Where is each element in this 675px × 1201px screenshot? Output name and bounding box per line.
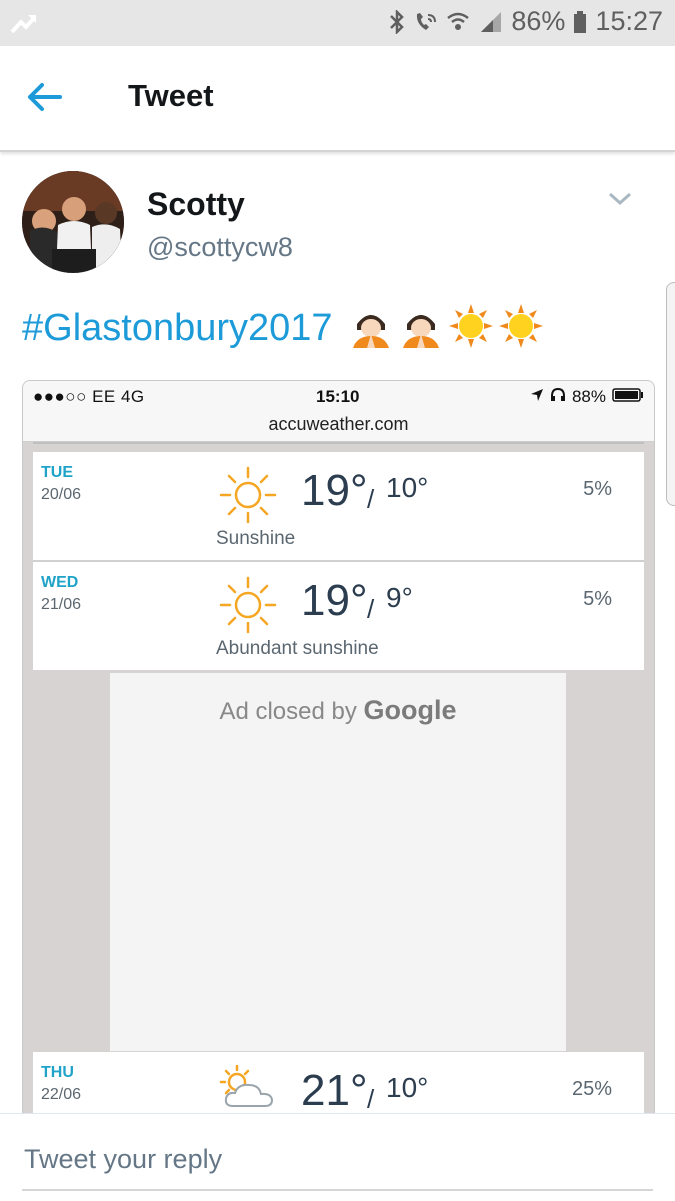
app-bar: Tweet (0, 46, 675, 152)
divider (33, 442, 644, 444)
embedded-battery-level: 88% (571, 387, 606, 406)
partly-cloudy-icon (219, 1064, 279, 1116)
temp-separator: / (367, 594, 375, 624)
embedded-status-bar: ●●●○○ EE 4G 15:10 88% (23, 381, 654, 411)
headphones-icon (550, 387, 566, 407)
chevron-down-icon[interactable] (607, 190, 633, 213)
tweet-image[interactable]: ●●●○○ EE 4G 15:10 88% accuweather.com TU… (22, 380, 655, 1116)
forecast-condition: Abundant sunshine (216, 638, 379, 659)
ad-closed-label: Ad closed by (219, 698, 357, 725)
status-bar: 86% 15:27 (0, 0, 675, 46)
reply-bar: Tweet your reply (0, 1113, 675, 1201)
scrollbar-thumb[interactable] (666, 282, 675, 506)
trending-arrow-icon (10, 10, 38, 41)
wifi-icon (445, 10, 471, 34)
page-title: Tweet (128, 78, 214, 113)
embedded-clock: 15:10 (316, 387, 360, 406)
arrow-left-icon[interactable] (26, 82, 64, 117)
emoji-group (349, 303, 543, 353)
ad-closed-text: Ad closed by Google (110, 695, 566, 726)
url-bar: accuweather.com (23, 411, 654, 442)
forecast-row: THU 22/06 21° / 10° 25% (33, 1052, 644, 1116)
tweet-text: #Glastonbury2017 (22, 300, 543, 356)
hashtag-link[interactable]: #Glastonbury2017 (22, 307, 333, 350)
location-arrow-icon (530, 387, 544, 407)
temp-separator: / (367, 1084, 375, 1114)
forecast-day: THU (41, 1064, 74, 1081)
forecast-low: 9° (386, 582, 413, 613)
sun-icon (498, 303, 543, 353)
sun-icon (219, 466, 277, 529)
battery-icon (612, 387, 644, 407)
forecast-condition: Sunshine (216, 528, 296, 549)
forecast-row: WED 21/06 19° / 9° 5% Abundant sunshine (33, 562, 644, 670)
user-handle[interactable]: @scottycw8 (147, 232, 293, 263)
bluetooth-icon (389, 9, 405, 34)
forecast-precip: 5% (583, 588, 612, 610)
forecast-list: TUE 20/06 19° / 10° 5% Sunshine WED 21/0 (23, 442, 654, 1116)
battery-level: 86% (511, 6, 566, 36)
forecast-row: TUE 20/06 19° / 10° 5% Sunshine (33, 452, 644, 560)
forecast-low: 10° (386, 472, 429, 503)
clock: 15:27 (595, 6, 663, 36)
user-name[interactable]: Scotty (147, 186, 245, 223)
person-praying-icon (349, 304, 393, 353)
forecast-precip: 5% (583, 478, 612, 500)
forecast-date: 20/06 (41, 486, 82, 503)
forecast-high: 21° (301, 1066, 368, 1115)
forecast-date: 22/06 (41, 1086, 82, 1103)
temp-separator: / (367, 484, 375, 514)
battery-icon (573, 10, 587, 34)
google-logo: Google (363, 695, 457, 725)
forecast-high: 19° (301, 466, 368, 515)
sun-icon (219, 576, 277, 639)
signal-icon (479, 10, 503, 34)
ad-closed-panel: Ad closed by Google (110, 673, 566, 1051)
embedded-carrier: ●●●○○ EE 4G (33, 387, 145, 406)
wifi-calling-icon (413, 10, 437, 34)
sun-icon (448, 303, 493, 353)
reply-input[interactable]: Tweet your reply (24, 1144, 222, 1175)
avatar[interactable] (22, 171, 124, 273)
person-praying-icon (399, 304, 443, 353)
forecast-low: 10° (386, 1072, 429, 1103)
forecast-precip: 25% (571, 1078, 612, 1100)
reply-input-underline (22, 1189, 653, 1191)
embedded-battery: 88% (530, 387, 644, 407)
forecast-high: 19° (301, 576, 368, 625)
forecast-day: TUE (41, 464, 73, 481)
forecast-day: WED (41, 574, 79, 591)
forecast-date: 21/06 (41, 596, 82, 613)
